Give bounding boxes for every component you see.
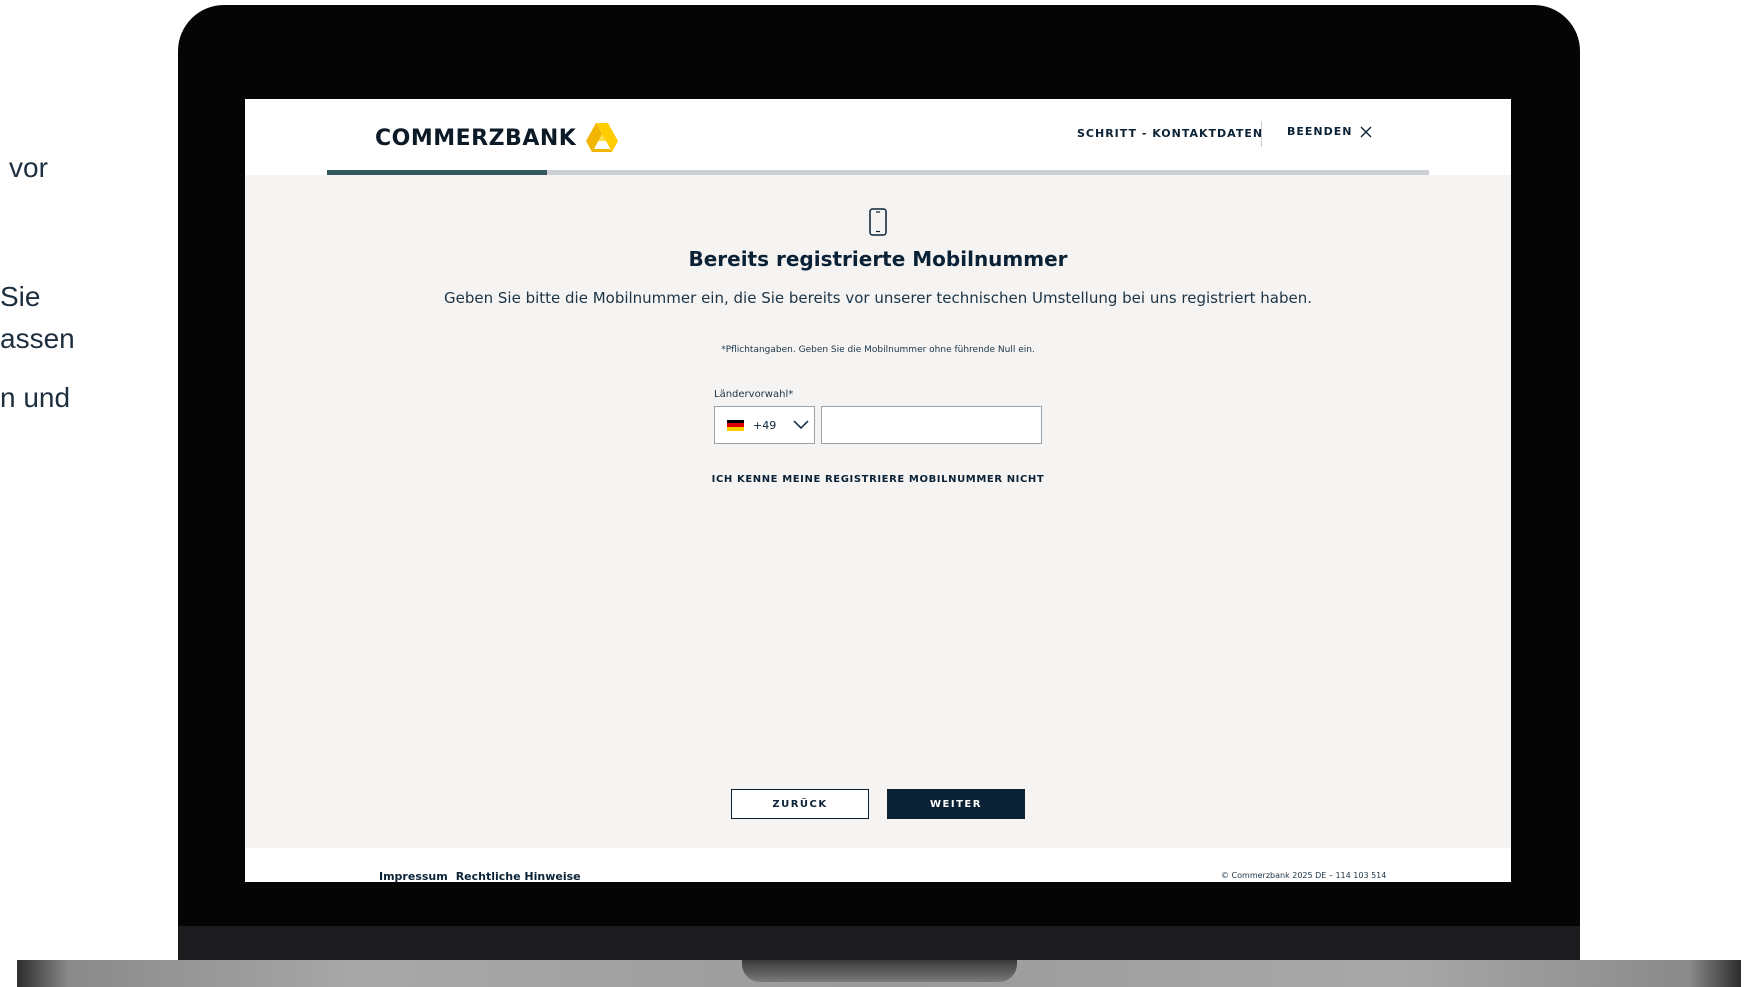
germany-flag-icon [727,419,744,431]
back-button[interactable]: ZURÜCK [731,789,869,819]
chevron-down-icon [793,420,809,430]
imprint-link[interactable]: Impressum [379,870,448,882]
unknown-number-link[interactable]: ICH KENNE MEINE REGISTRIERE MOBILNUMMER … [245,474,1511,485]
country-code-value: +49 [753,418,777,432]
commerzbank-ribbon-logo-icon [586,123,619,152]
laptop-notch [742,960,1017,982]
next-button[interactable]: WEITER [887,789,1025,819]
slide-text-line-4: n und [0,382,71,413]
country-code-select[interactable]: +49 [714,406,815,444]
page-footer: Impressum Rechtliche Hinweise © Commerzb… [245,848,1511,882]
progress-fill [327,170,548,175]
laptop-screen: COMMERZBANK SCHRITT - KONTAKTDATEN BEEND… [245,99,1511,882]
footer-links: Impressum Rechtliche Hinweise [379,870,581,882]
brand-name: COMMERZBANK [375,125,577,151]
page-title: Bereits registrierte Mobilnummer [688,247,1068,271]
progress-bar [327,170,1429,175]
legal-notice-link[interactable]: Rechtliche Hinweise [456,870,581,882]
page-header: COMMERZBANK SCHRITT - KONTAKTDATEN BEEND… [245,99,1511,175]
slide-text-line-1: vor [9,152,48,183]
country-code-label: Ländervorwahl* [714,389,794,400]
close-icon [1360,126,1372,137]
brand-logo[interactable]: COMMERZBANK [375,121,620,155]
end-button-label: BEENDEN [1287,125,1353,138]
mobile-number-input[interactable] [821,406,1042,444]
end-button[interactable]: BEENDEN [1287,125,1372,138]
required-note: *Pflichtangaben. Geben Sie die Mobilnumm… [721,345,1035,355]
smartphone-icon [869,208,887,236]
slide-text-line-3: assen [0,323,75,354]
laptop-chin [178,926,1580,962]
slide-text-line-2: Sie [0,281,41,312]
copyright-text: © Commerzbank 2025 DE – 114 103 514 [1221,871,1387,880]
step-indicator: SCHRITT - KONTAKTDATEN [1077,127,1264,140]
header-divider [1261,121,1262,147]
page-subtitle: Geben Sie bitte die Mobilnummer ein, die… [444,289,1312,307]
